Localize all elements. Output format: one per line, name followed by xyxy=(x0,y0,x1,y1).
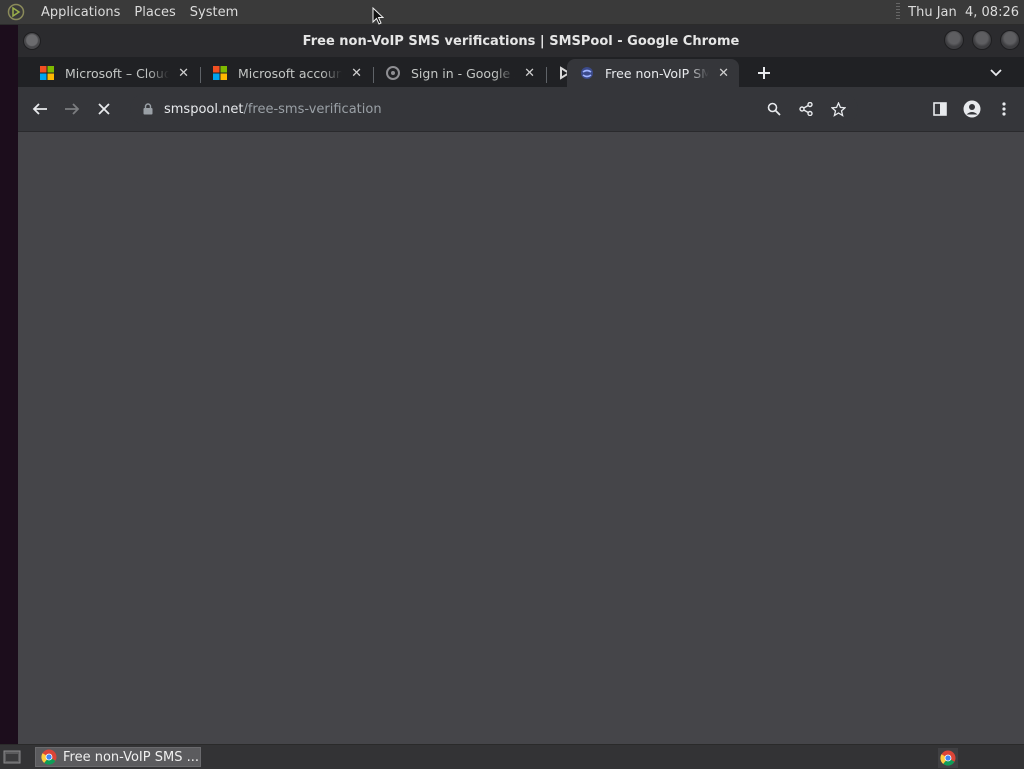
forward-button[interactable] xyxy=(56,93,88,125)
tab-close-icon[interactable]: ✕ xyxy=(178,66,189,81)
taskbar-label: Free non-VoIP SMS ... xyxy=(63,749,199,765)
profile-avatar-icon[interactable] xyxy=(956,93,988,125)
share-icon[interactable] xyxy=(790,93,822,125)
lock-icon[interactable] xyxy=(140,103,156,115)
window-title: Free non-VoIP SMS verifications | SMSPoo… xyxy=(302,33,740,49)
distro-logo-icon[interactable] xyxy=(6,2,26,22)
page-content-area[interactable] xyxy=(18,132,1024,744)
bottom-panel: Free non-VoIP SMS ... xyxy=(0,744,1024,769)
tab-smspool-active[interactable]: Free non-VoIP SMS verifications ✕ xyxy=(567,59,739,87)
back-button[interactable] xyxy=(24,93,56,125)
microsoft-icon xyxy=(39,65,55,81)
workspace-switcher[interactable] xyxy=(938,748,958,768)
side-panel-icon[interactable] xyxy=(924,93,956,125)
chrome-icon xyxy=(940,750,956,766)
tab-google-sign-in[interactable]: Sign in - Google Accounts ✕ xyxy=(373,59,545,87)
tab-close-icon[interactable]: ✕ xyxy=(524,66,535,81)
stop-loading-button[interactable] xyxy=(88,93,120,125)
url-path: /free-sms-verification xyxy=(243,101,382,117)
url-text[interactable]: smspool.net/free-sms-verification xyxy=(164,102,382,117)
more-menu-icon[interactable] xyxy=(988,93,1020,125)
plus-icon xyxy=(758,67,770,79)
maximize-button[interactable] xyxy=(972,30,992,50)
mouse-cursor-icon xyxy=(372,6,385,29)
top-panel: Applications Places System Thu Jan 4, 08… xyxy=(0,0,1024,25)
arrow-left-icon xyxy=(32,103,47,115)
panel-handle[interactable] xyxy=(896,3,901,21)
google-icon xyxy=(385,65,401,81)
chrome-icon xyxy=(41,749,57,765)
microsoft-icon xyxy=(212,65,228,81)
applications-menu[interactable]: Applications xyxy=(34,5,127,20)
browser-window: Free non-VoIP SMS verifications | SMSPoo… xyxy=(18,25,1024,744)
smspool-icon xyxy=(579,65,595,81)
tab-title: Sign in - Google Accounts xyxy=(411,65,515,81)
tab-close-icon[interactable]: ✕ xyxy=(351,66,362,81)
show-desktop-icon[interactable] xyxy=(1,748,23,766)
tab-close-icon[interactable]: ✕ xyxy=(718,66,729,81)
close-icon xyxy=(98,103,110,115)
tab-title: Microsoft – Cloud, Computers, Apps & Gam… xyxy=(65,65,169,81)
window-menu-button[interactable] xyxy=(23,32,41,50)
places-menu[interactable]: Places xyxy=(127,5,182,20)
system-menu[interactable]: System xyxy=(183,5,245,20)
tab-title: Free non-VoIP SMS verifications xyxy=(605,65,709,81)
address-bar[interactable]: smspool.net/free-sms-verification xyxy=(130,93,858,125)
tab-microsoft-cloud[interactable]: Microsoft – Cloud, Computers, Apps & Gam… xyxy=(27,59,199,87)
tab-microsoft-account[interactable]: Microsoft account ✕ xyxy=(200,59,372,87)
chevron-down-icon xyxy=(990,69,1002,77)
window-titlebar[interactable]: Free non-VoIP SMS verifications | SMSPoo… xyxy=(18,25,1024,57)
arrow-right-icon xyxy=(65,103,80,115)
tab-strip: Microsoft – Cloud, Computers, Apps & Gam… xyxy=(18,57,1024,87)
browser-toolbar: smspool.net/free-sms-verification xyxy=(18,87,1024,132)
close-window-button[interactable] xyxy=(1000,30,1020,50)
minimize-button[interactable] xyxy=(944,30,964,50)
tab-title: Microsoft account xyxy=(238,65,342,81)
tab-search-button[interactable] xyxy=(986,64,1006,82)
clock[interactable]: Thu Jan 4, 08:26 xyxy=(908,5,1024,20)
tab-collapsed[interactable] xyxy=(547,59,571,87)
search-icon[interactable] xyxy=(758,93,790,125)
taskbar-chrome-window[interactable]: Free non-VoIP SMS ... xyxy=(35,747,201,767)
url-host: smspool.net xyxy=(164,101,244,117)
bookmark-star-icon[interactable] xyxy=(822,93,854,125)
new-tab-button[interactable] xyxy=(752,61,776,85)
desktop-background xyxy=(0,25,18,744)
